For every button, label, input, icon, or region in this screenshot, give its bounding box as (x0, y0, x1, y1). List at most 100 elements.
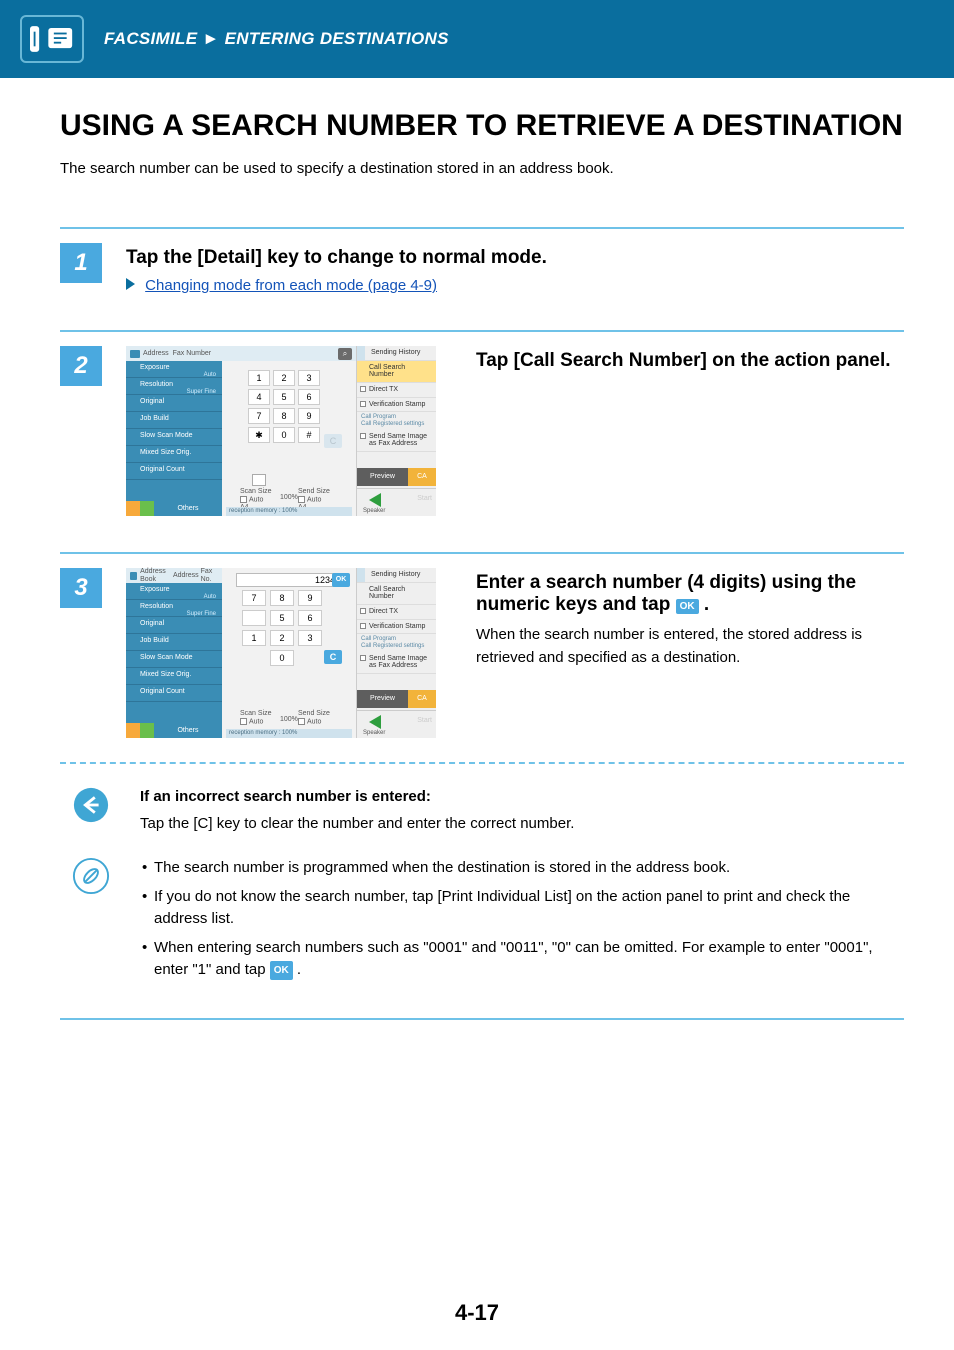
page-number: 4-17 (0, 1300, 954, 1326)
action-call-search-number[interactable]: Call Search Number (357, 583, 436, 605)
key-5[interactable]: 5 (270, 610, 294, 626)
sidebar-head-faxno: Fax No. (201, 568, 218, 583)
sidebar-item-exposure[interactable]: ExposureAuto (126, 583, 222, 600)
step-1-number: 1 (60, 243, 102, 283)
key-0[interactable]: 0 (273, 427, 295, 443)
reception-memory: reception memory : 100% (226, 729, 352, 738)
scan-size-auto: Auto (249, 496, 263, 503)
action-send-same-image[interactable]: Send Same Image as Fax Address (357, 430, 436, 452)
key-6[interactable]: 6 (298, 610, 322, 626)
scan-size-label: Scan Size (240, 488, 272, 495)
key-4[interactable] (242, 610, 266, 626)
scan-size-auto: Auto (249, 718, 263, 725)
sidebar-item-mixed[interactable]: Mixed Size Orig. (126, 446, 222, 463)
sidebar-favorite-icon[interactable] (126, 723, 140, 738)
send-size-label: Send Size (298, 488, 330, 495)
panel-center: 1234 OK 7 8 9 5 6 1 2 3 (222, 568, 356, 738)
key-1[interactable]: 1 (248, 370, 270, 386)
sidebar-check-icon[interactable] (140, 723, 154, 738)
send-size-auto: Auto (307, 496, 321, 503)
step-3: 3 Address Book Address Fax No. ExposureA… (60, 552, 904, 1020)
note-incorrect-title: If an incorrect search number is entered… (140, 786, 904, 809)
key-5[interactable]: 5 (273, 389, 295, 405)
clear-key-disabled: C (324, 434, 342, 448)
step-2-screenshot: Address Fax Number ExposureAuto Resoluti… (126, 346, 436, 516)
start-button[interactable]: Start (417, 495, 432, 503)
ok-chip-icon: OK (676, 599, 699, 614)
ca-button[interactable]: CA (408, 690, 436, 708)
action-direct-tx[interactable]: Direct TX (357, 383, 436, 398)
sidebar-item-others[interactable]: Others (154, 501, 222, 516)
sidebar-item-original[interactable]: Original (126, 395, 222, 412)
action-verification-stamp[interactable]: Verification Stamp (357, 620, 436, 635)
scale-percent: 100% (280, 494, 298, 502)
clear-key[interactable]: C (324, 650, 342, 664)
speaker-icon[interactable] (369, 493, 381, 507)
sidebar-item-resolution[interactable]: ResolutionSuper Fine (126, 378, 222, 395)
key-4[interactable]: 4 (248, 389, 270, 405)
speaker-area: Speaker Start (357, 710, 436, 738)
action-call-program[interactable]: Call ProgramCall Registered settings (357, 412, 436, 429)
search-number-input[interactable]: 1234 (236, 573, 340, 587)
sidebar-head-address: Address (143, 350, 169, 358)
step-2-number: 2 (60, 346, 102, 386)
sidebar-item-jobbuild[interactable]: Job Build (126, 412, 222, 429)
note-bullet-2: If you do not know the search number, ta… (140, 886, 904, 931)
key-7[interactable]: 7 (248, 408, 270, 424)
sidebar-favorite-icon[interactable] (126, 501, 140, 516)
action-panel: Sending History Call Search Number Direc… (356, 568, 436, 738)
action-sending-history[interactable]: Sending History (357, 568, 436, 583)
key-0[interactable]: 0 (270, 650, 294, 666)
action-send-same-image[interactable]: Send Same Image as Fax Address (357, 652, 436, 674)
note-bullet-1: The search number is programmed when the… (140, 857, 904, 880)
action-call-program[interactable]: Call ProgramCall Registered settings (357, 634, 436, 651)
preview-button[interactable]: Preview (357, 468, 408, 486)
ok-button[interactable]: OK (332, 573, 350, 587)
action-call-search-number[interactable]: Call Search Number (357, 361, 436, 383)
sidebar-item-slowscan[interactable]: Slow Scan Mode (126, 651, 222, 668)
note-incorrect-body: Tap the [C] key to clear the number and … (140, 813, 904, 836)
sidebar-item-original[interactable]: Original (126, 617, 222, 634)
key-3[interactable]: 3 (298, 630, 322, 646)
sidebar-item-exposure[interactable]: ExposureAuto (126, 361, 222, 378)
key-8[interactable]: 8 (273, 408, 295, 424)
sidebar-item-count[interactable]: Original Count (126, 463, 222, 480)
start-button[interactable]: Start (417, 717, 432, 725)
search-icon[interactable]: ⌕ (338, 348, 352, 360)
numeric-keypad: 7 8 9 5 6 1 2 3 0 (242, 590, 322, 666)
key-2[interactable]: 2 (273, 370, 295, 386)
action-sending-history[interactable]: Sending History (357, 346, 436, 361)
speaker-icon[interactable] (369, 715, 381, 729)
scan-size-label: Scan Size (240, 710, 272, 717)
key-8[interactable]: 8 (270, 590, 294, 606)
panel-center: ⌕ 1 2 3 4 5 6 7 8 9 ✱ (222, 346, 356, 516)
panel-sidebar: Address Fax Number ExposureAuto Resoluti… (126, 346, 222, 516)
page-title: USING A SEARCH NUMBER TO RETRIEVE A DEST… (60, 108, 904, 144)
sidebar-item-count[interactable]: Original Count (126, 685, 222, 702)
key-6[interactable]: 6 (298, 389, 320, 405)
action-verification-stamp[interactable]: Verification Stamp (357, 398, 436, 413)
preview-button[interactable]: Preview (357, 690, 408, 708)
key-2[interactable]: 2 (270, 630, 294, 646)
step-1-heading: Tap the [Detail] key to change to normal… (126, 247, 904, 269)
sidebar-check-icon[interactable] (140, 501, 154, 516)
key-9[interactable]: 9 (298, 408, 320, 424)
key-3[interactable]: 3 (298, 370, 320, 386)
breadcrumb-page: ENTERING DESTINATIONS (225, 29, 449, 48)
notes-block: If an incorrect search number is entered… (60, 786, 904, 988)
ca-button[interactable]: CA (408, 468, 436, 486)
page-preview-icon (252, 474, 266, 486)
sidebar-item-mixed[interactable]: Mixed Size Orig. (126, 668, 222, 685)
key-9[interactable]: 9 (298, 590, 322, 606)
sidebar-head: Address Fax Number (126, 346, 222, 361)
sidebar-item-resolution[interactable]: ResolutionSuper Fine (126, 600, 222, 617)
key-7[interactable]: 7 (242, 590, 266, 606)
changing-mode-link[interactable]: Changing mode from each mode (page 4-9) (145, 277, 437, 294)
key-1[interactable]: 1 (242, 630, 266, 646)
action-direct-tx[interactable]: Direct TX (357, 605, 436, 620)
key-star[interactable]: ✱ (248, 427, 270, 443)
sidebar-item-others[interactable]: Others (154, 723, 222, 738)
sidebar-item-slowscan[interactable]: Slow Scan Mode (126, 429, 222, 446)
sidebar-item-jobbuild[interactable]: Job Build (126, 634, 222, 651)
key-hash[interactable]: # (298, 427, 320, 443)
